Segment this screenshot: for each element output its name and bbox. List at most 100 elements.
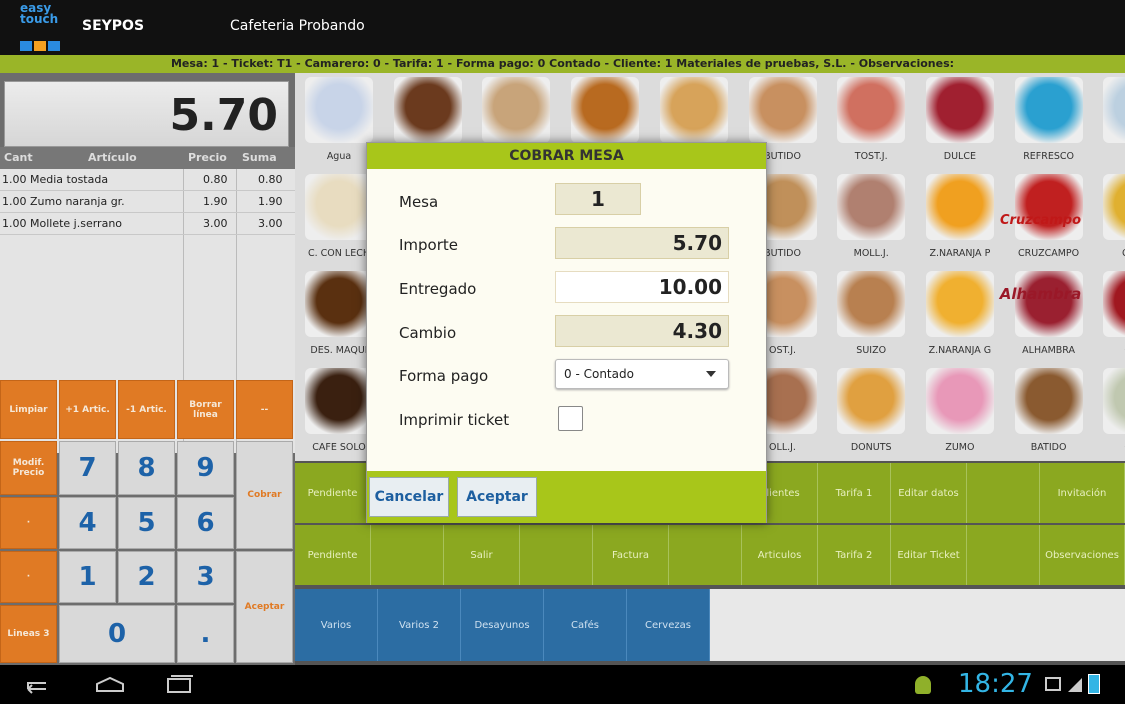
product-label: CRUZCAMPO <box>1018 248 1080 259</box>
ticket-panel: 5.70 Cant Artículo Precio Suma 1.00 Medi… <box>0 73 295 665</box>
imprimir-ticket-checkbox[interactable] <box>558 406 583 431</box>
key-0[interactable]: 0 <box>59 605 175 663</box>
action-button[interactable] <box>967 463 1040 523</box>
cruzcampo-logo: Cruzcampo <box>1000 213 1082 228</box>
product-image <box>925 368 994 434</box>
action-row-2: Pendiente Salir Factura Articulos Tarifa 2 Ed… <box>295 525 1125 585</box>
product-label: Z.NARANJA G <box>928 345 992 356</box>
key-9[interactable]: 9 <box>177 441 234 495</box>
dot-button-2[interactable]: · <box>0 551 57 603</box>
cobrar-button[interactable]: Cobrar <box>236 441 293 549</box>
lineas-button[interactable]: Lineas 3 <box>0 605 57 663</box>
plus-one-button[interactable]: +1 Artic. <box>59 380 116 439</box>
dialog-button-bar: Cancelar Aceptar <box>367 471 766 523</box>
key-6[interactable]: 6 <box>177 497 234 549</box>
product-tile[interactable]: REFRESCO <box>1005 73 1093 168</box>
back-icon[interactable] <box>22 675 50 695</box>
ticket-row[interactable]: 1.00 Media tostada 0.80 0.80 <box>0 169 295 191</box>
product-tile[interactable]: BATIDO <box>1005 364 1093 459</box>
product-tile[interactable]: Z.NARANJA P <box>916 170 1004 265</box>
row-qty: 1.00 <box>2 195 27 208</box>
product-label: BOT <box>1093 151 1125 162</box>
product-tile[interactable]: ALHAMBRA <box>1005 267 1093 362</box>
minus-one-button[interactable]: -1 Artic. <box>118 380 175 439</box>
product-tile[interactable]: MOLL.J. <box>827 170 915 265</box>
action-button[interactable]: Tarifa 1 <box>818 463 891 523</box>
product-image <box>659 77 728 143</box>
product-image <box>925 271 994 337</box>
header-item: Artículo <box>88 151 137 164</box>
ticket-row[interactable]: 1.00 Mollete j.serrano 3.00 3.00 <box>0 213 295 235</box>
action-button[interactable]: Editar datos <box>891 463 967 523</box>
key-dot[interactable]: . <box>177 605 234 663</box>
category-button[interactable]: Cervezas <box>627 589 710 661</box>
product-tile[interactable]: BOT <box>1093 73 1125 168</box>
key-3[interactable]: 3 <box>177 551 234 603</box>
header-sum: Suma <box>242 151 277 164</box>
row-qty: 1.00 <box>2 217 27 230</box>
key-4[interactable]: 4 <box>59 497 116 549</box>
modif-precio-button[interactable]: Modif. Precio <box>0 441 57 495</box>
row-qty: 1.00 <box>2 173 27 186</box>
product-image <box>571 77 640 143</box>
action-button[interactable]: Articulos <box>742 525 818 585</box>
ticket-row[interactable]: 1.00 Zumo naranja gr. 1.90 1.90 <box>0 191 295 213</box>
action-button[interactable]: Tarifa 2 <box>818 525 891 585</box>
action-button[interactable]: Editar Ticket <box>891 525 967 585</box>
action-button[interactable] <box>669 525 742 585</box>
product-image <box>748 77 817 143</box>
action-button[interactable] <box>967 525 1040 585</box>
dot-button-1[interactable]: · <box>0 497 57 549</box>
product-image <box>305 271 373 337</box>
borrar-linea-button[interactable]: Borrar línea <box>177 380 234 439</box>
product-tile[interactable]: TOST.J. <box>827 73 915 168</box>
product-tile[interactable]: DULCE <box>916 73 1004 168</box>
product-image <box>305 174 373 240</box>
product-tile[interactable]: C.S.AL <box>1093 170 1125 265</box>
product-tile[interactable]: COPA <box>1093 364 1125 459</box>
product-image <box>837 174 906 240</box>
product-image <box>1103 77 1125 143</box>
category-button[interactable]: Cafés <box>544 589 627 661</box>
android-icon <box>915 676 931 694</box>
action-button[interactable] <box>371 525 444 585</box>
action-button[interactable]: Invitación <box>1040 463 1125 523</box>
product-label: TOST.J. <box>854 151 888 162</box>
product-tile[interactable]: Z.NARANJA G <box>916 267 1004 362</box>
cancelar-button[interactable]: Cancelar <box>369 477 449 517</box>
action-button[interactable]: Factura <box>593 525 669 585</box>
entregado-input[interactable]: 10.00 <box>555 271 729 303</box>
action-button[interactable]: Pendiente <box>295 525 371 585</box>
action-button[interactable] <box>520 525 593 585</box>
category-button[interactable]: Varios 2 <box>378 589 461 661</box>
dash-button[interactable]: -- <box>236 380 293 439</box>
product-label: ALHAMBRA <box>1022 345 1076 356</box>
category-button[interactable]: Desayunos <box>461 589 544 661</box>
key-7[interactable]: 7 <box>59 441 116 495</box>
key-8[interactable]: 8 <box>118 441 175 495</box>
action-button[interactable]: Observaciones <box>1040 525 1125 585</box>
category-button[interactable]: Varios <box>295 589 378 661</box>
key-1[interactable]: 1 <box>59 551 116 603</box>
aceptar-button[interactable]: Aceptar <box>457 477 537 517</box>
home-icon[interactable] <box>94 674 126 694</box>
action-button[interactable]: Salir <box>444 525 520 585</box>
header-qty: Cant <box>4 151 33 164</box>
forma-pago-select[interactable]: 0 - Contado <box>555 359 729 389</box>
product-tile[interactable]: SUIZO <box>827 267 915 362</box>
mesa-label: Mesa <box>399 193 439 211</box>
recent-apps-icon[interactable] <box>163 674 195 694</box>
product-tile[interactable]: DONUTS <box>827 364 915 459</box>
limpiar-button[interactable]: Limpiar <box>0 380 57 439</box>
key-2[interactable]: 2 <box>118 551 175 603</box>
product-image <box>305 368 373 434</box>
product-image <box>1014 174 1083 240</box>
product-tile[interactable]: COPA <box>1093 267 1125 362</box>
logo-text-2: touch <box>20 12 59 26</box>
action-button[interactable]: Pendiente <box>295 463 371 523</box>
key-5[interactable]: 5 <box>118 497 175 549</box>
product-tile[interactable]: ZUMO <box>916 364 1004 459</box>
system-nav-bar: 18:27 <box>0 665 1125 704</box>
cobrar-mesa-dialog: COBRAR MESA Mesa 1 Importe 5.70 Entregad… <box>366 142 767 523</box>
aceptar-keypad-button[interactable]: Aceptar <box>236 551 293 663</box>
